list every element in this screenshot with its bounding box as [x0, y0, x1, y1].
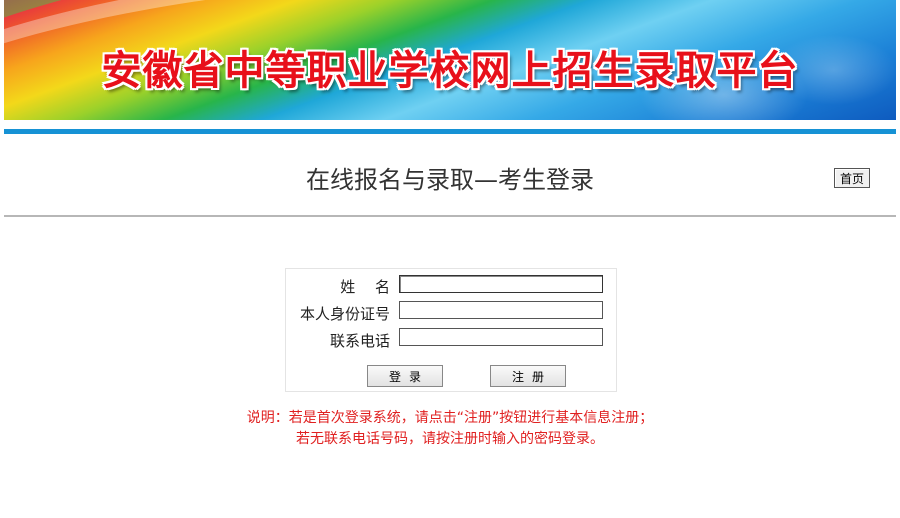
section-divider [4, 215, 896, 217]
name-input[interactable] [399, 275, 603, 293]
header-banner: 安徽省中等职业学校网上招生录取平台 [4, 0, 896, 120]
notice-line-1: 说明：若是首次登录系统，请点击“注册”按钮进行基本信息注册； [246, 410, 654, 426]
header-divider-bar [4, 129, 896, 134]
banner-title: 安徽省中等职业学校网上招生录取平台 [101, 48, 799, 94]
id-number-input[interactable] [399, 301, 603, 319]
login-button[interactable]: 登录 [367, 365, 443, 387]
register-button[interactable]: 注册 [490, 365, 566, 387]
id-number-label: 本人身份证号 [299, 305, 390, 323]
instructions-notice: 说明：若是首次登录系统，请点击“注册”按钮进行基本信息注册； 若无联系电话号码，… [0, 408, 900, 450]
login-form: 姓 名 本人身份证号 联系电话 登录 注册 [285, 268, 617, 392]
home-button[interactable]: 首页 [834, 168, 870, 188]
notice-line-2: 若无联系电话号码，请按注册时输入的密码登录。 [296, 431, 604, 447]
name-label: 姓 名 [340, 278, 390, 296]
phone-label: 联系电话 [329, 332, 390, 350]
page-title: 在线报名与录取—考生登录 [306, 166, 594, 194]
phone-input[interactable] [399, 328, 603, 346]
